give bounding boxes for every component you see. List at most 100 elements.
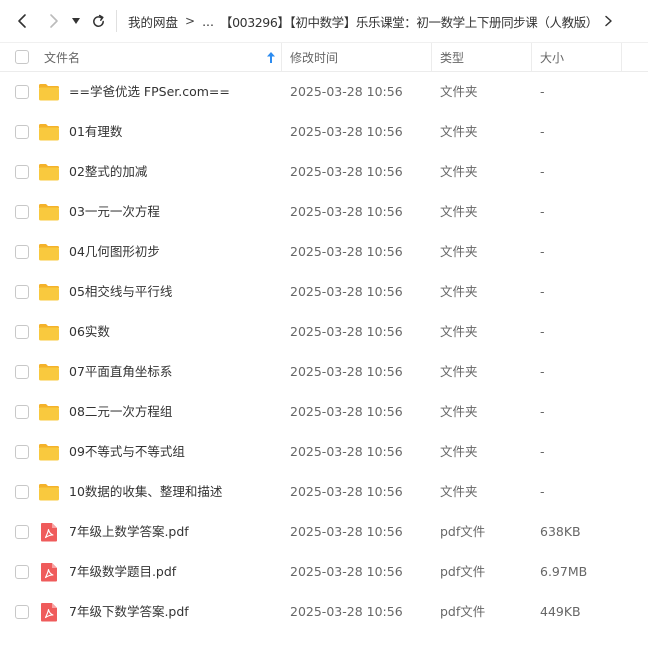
file-size: - (540, 204, 545, 219)
file-modified: 2025-03-28 10:56 (290, 444, 403, 459)
column-divider[interactable] (281, 43, 282, 72)
file-type: 文件夹 (440, 404, 478, 419)
column-divider[interactable] (531, 43, 532, 72)
column-header-modified-label: 修改时间 (290, 51, 339, 65)
file-size: - (540, 164, 545, 179)
back-button[interactable] (12, 11, 32, 31)
row-checkbox[interactable] (15, 165, 29, 179)
folder-icon (38, 362, 60, 382)
column-header-name-label: 文件名 (44, 51, 81, 65)
row-checkbox[interactable] (15, 405, 29, 419)
row-checkbox[interactable] (15, 125, 29, 139)
file-size: - (540, 364, 545, 379)
file-row[interactable]: 09不等式与不等式组 2025-03-28 10:56 文件夹 - (0, 432, 648, 472)
folder-icon (38, 402, 60, 422)
file-name[interactable]: ==学爸优选 FPSer.com== (69, 72, 230, 112)
file-list: ==学爸优选 FPSer.com== 2025-03-28 10:56 文件夹 … (0, 72, 648, 632)
file-row[interactable]: 7年级上数学答案.pdf 2025-03-28 10:56 pdf文件 638K… (0, 512, 648, 552)
file-name[interactable]: 08二元一次方程组 (69, 392, 172, 432)
file-type: 文件夹 (440, 84, 478, 99)
row-checkbox[interactable] (15, 325, 29, 339)
file-size: 638KB (540, 524, 581, 539)
file-name[interactable]: 06实数 (69, 312, 110, 352)
file-row[interactable]: 03一元一次方程 2025-03-28 10:56 文件夹 - (0, 192, 648, 232)
file-name[interactable]: 05相交线与平行线 (69, 272, 172, 312)
forward-button[interactable] (44, 11, 64, 31)
row-checkbox[interactable] (15, 285, 29, 299)
file-type: 文件夹 (440, 484, 478, 499)
file-name[interactable]: 7年级数学题目.pdf (69, 552, 176, 592)
file-modified: 2025-03-28 10:56 (290, 524, 403, 539)
refresh-icon (92, 14, 104, 27)
file-row[interactable]: 7年级下数学答案.pdf 2025-03-28 10:56 pdf文件 449K… (0, 592, 648, 632)
row-checkbox[interactable] (15, 85, 29, 99)
history-dropdown-button[interactable] (68, 11, 84, 31)
file-modified: 2025-03-28 10:56 (290, 324, 403, 339)
file-name[interactable]: 7年级下数学答案.pdf (69, 592, 189, 632)
file-row[interactable]: 07平面直角坐标系 2025-03-28 10:56 文件夹 - (0, 352, 648, 392)
file-row[interactable]: ==学爸优选 FPSer.com== 2025-03-28 10:56 文件夹 … (0, 72, 648, 112)
row-checkbox[interactable] (15, 245, 29, 259)
file-row[interactable]: 05相交线与平行线 2025-03-28 10:56 文件夹 - (0, 272, 648, 312)
file-row[interactable]: 01有理数 2025-03-28 10:56 文件夹 - (0, 112, 648, 152)
breadcrumb-more-button[interactable] (600, 11, 616, 31)
file-name[interactable]: 7年级上数学答案.pdf (69, 512, 189, 552)
row-checkbox[interactable] (15, 365, 29, 379)
file-size: 449KB (540, 604, 581, 619)
file-row[interactable]: 7年级数学题目.pdf 2025-03-28 10:56 pdf文件 6.97M… (0, 552, 648, 592)
file-type: pdf文件 (440, 524, 486, 539)
row-checkbox[interactable] (15, 565, 29, 579)
column-header-name[interactable]: 文件名 (44, 43, 280, 72)
folder-icon (38, 162, 60, 182)
row-checkbox[interactable] (15, 205, 29, 219)
breadcrumb-ellipsis[interactable]: ... (202, 14, 214, 29)
file-name[interactable]: 07平面直角坐标系 (69, 352, 172, 392)
column-divider[interactable] (431, 43, 432, 72)
column-header-type[interactable]: 类型 (440, 43, 530, 72)
pdf-icon (38, 522, 60, 542)
file-name[interactable]: 10数据的收集、整理和描述 (69, 472, 222, 512)
file-modified: 2025-03-28 10:56 (290, 404, 403, 419)
pdf-icon (38, 602, 60, 622)
row-checkbox[interactable] (15, 485, 29, 499)
breadcrumb-root[interactable]: 我的网盘 (128, 12, 178, 31)
file-row[interactable]: 10数据的收集、整理和描述 2025-03-28 10:56 文件夹 - (0, 472, 648, 512)
column-divider[interactable] (621, 43, 622, 72)
file-row[interactable]: 02整式的加减 2025-03-28 10:56 文件夹 - (0, 152, 648, 192)
folder-icon (38, 202, 60, 222)
refresh-button[interactable] (88, 11, 108, 31)
file-type: 文件夹 (440, 324, 478, 339)
folder-icon (38, 322, 60, 342)
file-row[interactable]: 06实数 2025-03-28 10:56 文件夹 - (0, 312, 648, 352)
toolbar-divider (116, 10, 117, 32)
file-type: 文件夹 (440, 444, 478, 459)
chevron-right-icon (604, 15, 612, 27)
file-size: - (540, 124, 545, 139)
sort-ascending-icon (267, 52, 275, 63)
file-row[interactable]: 04几何图形初步 2025-03-28 10:56 文件夹 - (0, 232, 648, 272)
column-header-modified[interactable]: 修改时间 (290, 43, 430, 72)
folder-icon (38, 282, 60, 302)
file-type: 文件夹 (440, 164, 478, 179)
file-name[interactable]: 04几何图形初步 (69, 232, 160, 272)
column-header-type-label: 类型 (440, 51, 465, 65)
file-modified: 2025-03-28 10:56 (290, 484, 403, 499)
toolbar: 我的网盘 > ... 【003296】【初中数学】乐乐课堂：初一数学上下册同步课… (0, 0, 648, 42)
column-header-size[interactable]: 大小 (540, 43, 620, 72)
file-type: pdf文件 (440, 564, 486, 579)
file-type: 文件夹 (440, 244, 478, 259)
file-size: - (540, 404, 545, 419)
file-row[interactable]: 08二元一次方程组 2025-03-28 10:56 文件夹 - (0, 392, 648, 432)
row-checkbox[interactable] (15, 525, 29, 539)
row-checkbox[interactable] (15, 445, 29, 459)
file-name[interactable]: 09不等式与不等式组 (69, 432, 185, 472)
folder-icon (38, 442, 60, 462)
file-name[interactable]: 03一元一次方程 (69, 192, 160, 232)
breadcrumb-current[interactable]: 【003296】【初中数学】乐乐课堂：初一数学上下册同步课（人教版） (220, 12, 598, 31)
select-all-checkbox[interactable] (15, 50, 29, 64)
file-name[interactable]: 01有理数 (69, 112, 122, 152)
file-name[interactable]: 02整式的加减 (69, 152, 147, 192)
file-size: - (540, 484, 545, 499)
file-modified: 2025-03-28 10:56 (290, 284, 403, 299)
row-checkbox[interactable] (15, 605, 29, 619)
